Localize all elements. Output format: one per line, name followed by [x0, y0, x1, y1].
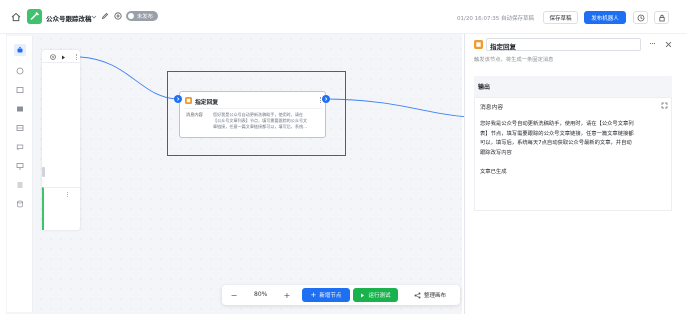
message-content-line: 您好我是公众号自动更新洗稿助手，使用时，请在【公众号文章列	[480, 121, 634, 127]
reply-node-content: 您好我是公众号自动更新洗稿助手，使用时，请在 【公众号文章列表】节点，填写需要跟…	[213, 112, 321, 130]
zoom-out-button[interactable]: −	[228, 289, 240, 301]
zoom-in-button[interactable]: +	[281, 289, 293, 301]
play-icon	[361, 293, 365, 297]
message-content-line: 表】节点，填写需要跟踪的公众号文章链接，任意一篇文章链接都	[480, 130, 634, 137]
panel-title-input[interactable]: 指定回复	[486, 38, 641, 51]
reply-node-icon	[185, 97, 192, 104]
add-node-button[interactable]: + 新增节点	[302, 288, 350, 302]
node-output-port[interactable]	[322, 95, 330, 103]
panel-description: 触发该节点，将生成一条固定消息	[474, 57, 554, 63]
edge-in	[79, 56, 179, 100]
node-input-port[interactable]	[174, 95, 182, 103]
panel-title: 指定回复	[490, 43, 516, 51]
message-content-text[interactable]: 您好我是公众号自动更新洗稿助手，使用时，请在【公众号文章列 表】节点，填写需要跟…	[480, 120, 670, 178]
reply-node-label: 消息内容	[186, 112, 203, 117]
panel-more-icon[interactable]	[650, 43, 655, 45]
tidy-canvas-label: 整理画布	[423, 293, 446, 299]
tidy-canvas-button[interactable]: 整理画布	[405, 288, 455, 302]
output-section: 输出 消息内容 您好我是公众号自动更新洗稿助手，使用时，请在【公众号文章列 表】…	[474, 76, 672, 211]
reply-node-more-icon[interactable]	[320, 97, 321, 103]
reply-node-body: 消息内容 您好我是公众号自动更新洗稿助手，使用时，请在 【公众号文章列表】节点，…	[184, 108, 322, 134]
edge-out	[326, 98, 469, 118]
zoom-level: 80%	[254, 291, 268, 298]
reply-node-content-line: 章链接，任意一篇文章链接都可以，填写后，系统...	[213, 124, 307, 129]
reply-node-title: 指定回复	[195, 100, 219, 106]
node-config-panel: 指定回复 触发该节点，将生成一条固定消息 输出 消息内容 您好我是公众号自动更新…	[464, 34, 681, 314]
message-content-line: 可以，填写后，系统每天7点自动获取公众号最新的文章，并自动	[480, 140, 632, 146]
panel-close-icon[interactable]	[664, 40, 672, 48]
message-generated-line: 文章已生成	[480, 169, 507, 175]
output-section-title: 输出	[478, 84, 491, 91]
message-content-line: 跟踪改写内容	[480, 149, 512, 156]
plus-icon: +	[310, 291, 317, 299]
share-icon	[414, 292, 421, 298]
bottom-toolbar: − 80% + + 新增节点 运行测试 整理画布	[222, 285, 460, 305]
run-test-button[interactable]: 运行测试	[353, 288, 398, 302]
reply-node[interactable]: 指定回复 消息内容 您好我是公众号自动更新洗稿助手，使用时，请在 【公众号文章列…	[179, 91, 326, 138]
expand-icon[interactable]	[661, 102, 668, 109]
message-content-field: 消息内容 您好我是公众号自动更新洗稿助手，使用时，请在【公众号文章列 表】节点，…	[474, 97, 672, 211]
message-content-label: 消息内容	[480, 105, 504, 111]
run-test-label: 运行测试	[368, 293, 391, 299]
add-node-label: 新增节点	[319, 293, 342, 299]
panel-node-icon	[474, 40, 483, 49]
